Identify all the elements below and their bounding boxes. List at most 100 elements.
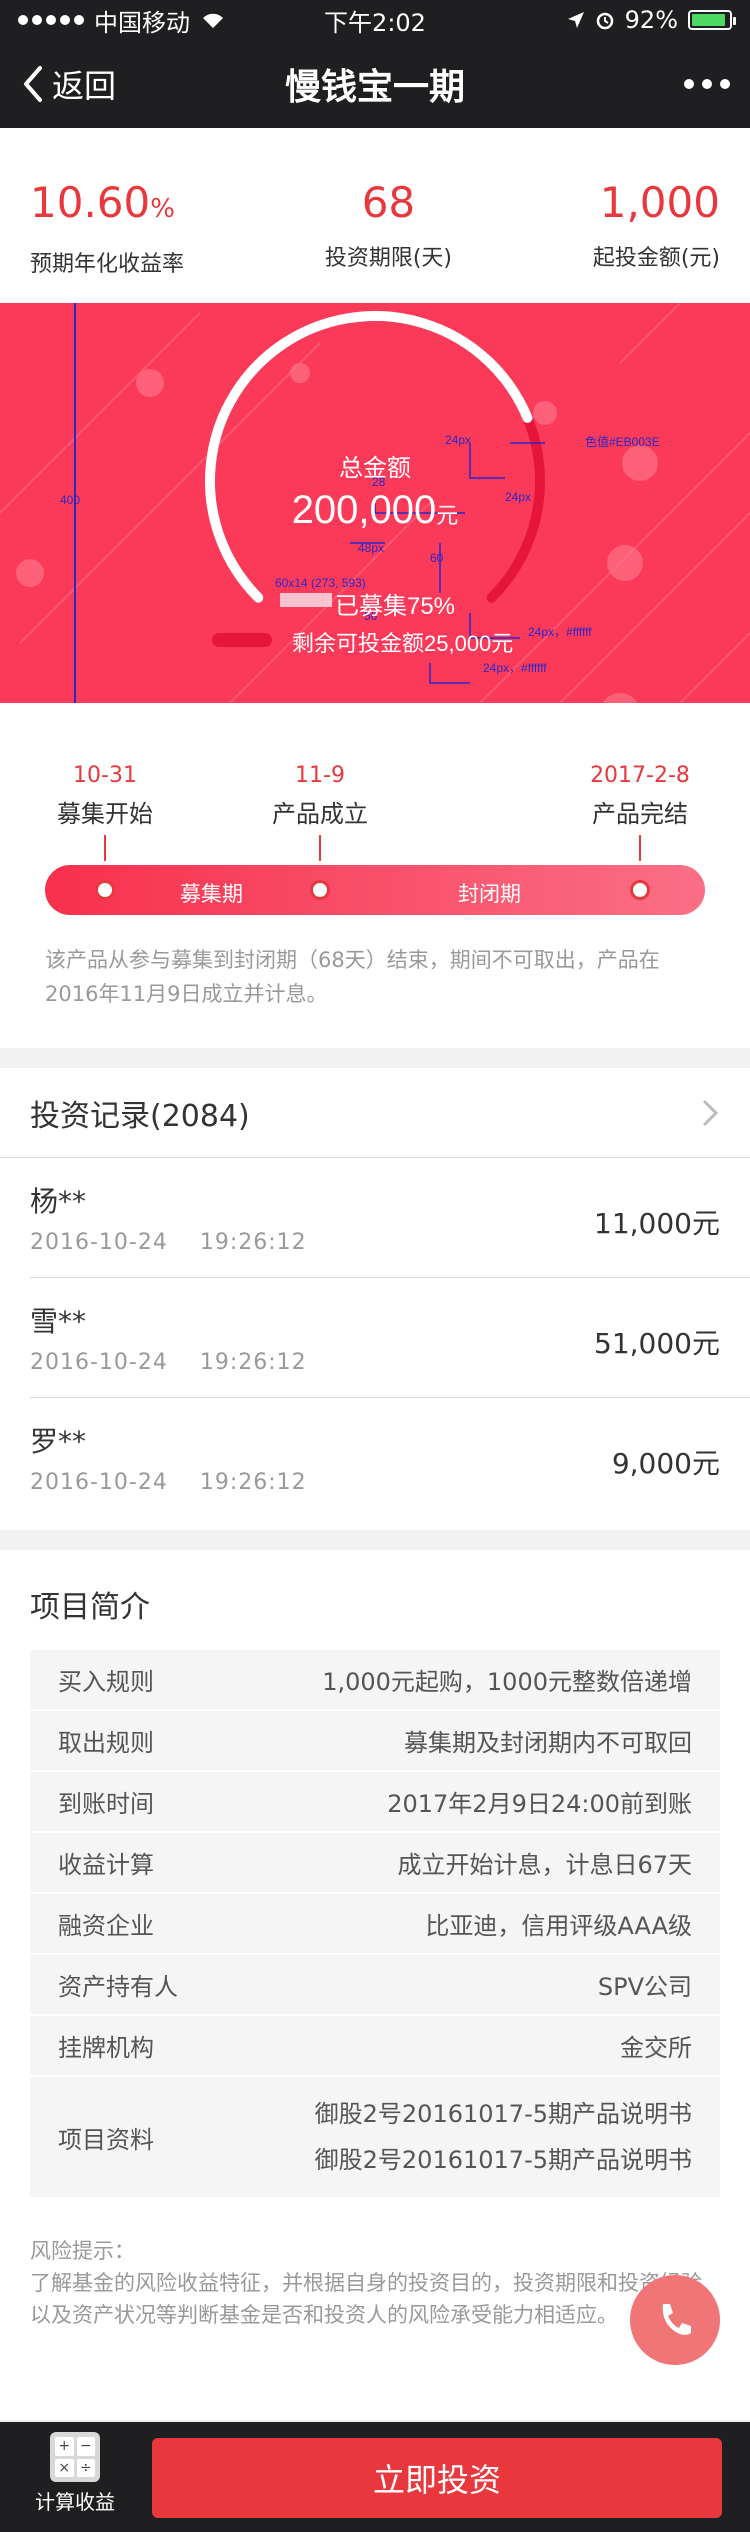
timeline-dot [95, 880, 115, 900]
project-row-holder: 资产持有人 SPV公司 [30, 1955, 720, 2016]
yield-unit: % [150, 194, 175, 224]
battery-percent: 92% [624, 6, 678, 34]
record-name: 雪** [30, 1305, 87, 1338]
row-key: 项目资料 [58, 2125, 154, 2154]
risk-notice: 风险提示： 了解基金的风险收益特征，并根据自身的投资目的，投资期限和投资经验以及… [30, 2235, 720, 2331]
anno-c24a: 24px，#ffffff [528, 625, 592, 639]
project-row-arrival: 到账时间 2017年2月9日24:00前到账 [30, 1772, 720, 1833]
row-value: 2017年2月9日24:00前到账 [387, 1790, 692, 1818]
timeline-point-end: 2017-2-8 产品完结 [570, 763, 710, 861]
location-icon [567, 12, 584, 28]
anno-w24a: 24px [445, 433, 472, 447]
phone-button[interactable] [630, 2275, 720, 2365]
record-amount: 11,000元 [594, 1207, 720, 1240]
calculate-income-button[interactable]: + − × ÷ 计算收益 [20, 2432, 130, 2515]
row-key: 取出规则 [58, 1729, 154, 1757]
project-row-buy-rule: 买入规则 1,000元起购，1000元整数倍递增 [30, 1650, 720, 1711]
min-invest-label: 起投金额(元) [592, 246, 720, 271]
row-key: 融资企业 [58, 1912, 154, 1940]
record-amount: 51,000元 [594, 1327, 720, 1360]
carrier: 中国移动 [94, 8, 190, 37]
status-time: 下午2:02 [324, 8, 426, 37]
stat-term: 68 投资期限(天) [325, 178, 452, 303]
wifi-icon [203, 13, 223, 28]
chevron-left-icon [24, 66, 42, 102]
footer-bar: + − × ÷ 计算收益 立即投资 [0, 2422, 750, 2532]
timeline-date: 10-31 [73, 763, 137, 788]
alarm-icon [596, 12, 613, 30]
term-value: 68 [361, 178, 416, 227]
product-stats: 10.60% 预期年化收益率 68 投资期限(天) 1,000 起投金额(元) [0, 128, 750, 303]
row-value: 比亚迪，信用评级AAA级 [425, 1912, 692, 1940]
back-label: 返回 [52, 67, 117, 105]
chevron-right-icon [702, 1099, 719, 1126]
anno-60: 60 [430, 551, 444, 565]
record-time: 2016-10-24 19:26:12 [30, 1350, 307, 1375]
timeline-label: 募集开始 [57, 800, 153, 828]
row-key: 资产持有人 [58, 1973, 178, 2001]
min-invest-value: 1,000 [599, 178, 720, 227]
battery-icon [688, 10, 736, 30]
timeline-point-established: 11-9 产品成立 [255, 763, 385, 861]
stat-yield: 10.60% 预期年化收益率 [30, 178, 184, 303]
timeline-dot [310, 880, 330, 900]
project-row-listing: 挂牌机构 金交所 [30, 2016, 720, 2077]
remaining-amount: 剩余可投金额25,000元 [292, 631, 514, 656]
timeline-bar: 募集期 封闭期 [45, 865, 705, 915]
record-name: 罗** [30, 1425, 87, 1458]
record-name: 杨** [30, 1185, 87, 1218]
record-row: 雪** 2016-10-24 19:26:12 51,000元 [30, 1278, 750, 1398]
row-key: 挂牌机构 [58, 2034, 154, 2062]
record-row: 罗** 2016-10-24 19:26:12 9,000元 [30, 1398, 750, 1518]
timeline-label: 产品完结 [592, 800, 688, 828]
row-value: 成立开始计息，计息日67天 [397, 1851, 692, 1879]
calculator-icon: + − × ÷ [50, 2432, 100, 2482]
record-time: 2016-10-24 19:26:12 [30, 1230, 307, 1255]
row-value: 1,000元起购，1000元整数倍递增 [322, 1668, 692, 1696]
yield-value: 10.60 [30, 178, 151, 227]
timeline-label: 产品成立 [272, 800, 368, 828]
doc-link[interactable]: 御股2号20161017-5期产品说明书 [315, 2091, 692, 2137]
back-button[interactable]: 返回 [20, 61, 220, 107]
anno-c24b: 24px，#ffffff [483, 661, 547, 675]
record-amount: 9,000元 [611, 1447, 720, 1480]
timeline-segment-raising: 募集期 [180, 882, 243, 906]
row-key: 到账时间 [58, 1790, 154, 1818]
project-row-company: 融资企业 比亚迪，信用评级AAA级 [30, 1894, 720, 1955]
record-row: 杨** 2016-10-24 19:26:12 11,000元 [30, 1158, 750, 1278]
doc-link[interactable]: 御股2号20161017-5期产品说明书 [315, 2137, 692, 2183]
total-amount: 200,000元 [0, 488, 750, 533]
project-intro: 项目简介 买入规则 1,000元起购，1000元整数倍递增 取出规则 募集期及封闭期… [0, 1550, 750, 2420]
risk-title: 风险提示： [30, 2239, 135, 2263]
timeline-point-start: 10-31 募集开始 [40, 763, 170, 861]
page-title: 慢钱宝一期 [284, 67, 465, 108]
nav-bar: 返回 慢钱宝一期 [0, 40, 750, 128]
row-key: 收益计算 [58, 1851, 154, 1879]
project-row-withdraw-rule: 取出规则 募集期及封闭期内不可取回 [30, 1711, 720, 1772]
anno-48: 48px [358, 541, 385, 555]
timeline-date: 2017-2-8 [590, 763, 690, 788]
term-label: 投资期限(天) [324, 246, 452, 271]
investment-records: 投资记录(2084) 杨** 2016-10-24 19:26:12 11,00… [0, 1068, 750, 1530]
row-value: SPV公司 [597, 1973, 692, 2001]
record-time: 2016-10-24 19:26:12 [30, 1470, 307, 1495]
project-row-income: 收益计算 成立开始计息，计息日67天 [30, 1833, 720, 1894]
signal-icon [18, 15, 84, 25]
records-title: 投资记录(2084) [30, 1098, 250, 1134]
records-header[interactable]: 投资记录(2084) [0, 1068, 750, 1158]
timeline-date: 11-9 [295, 763, 345, 788]
risk-text: 了解基金的风险收益特征，并根据自身的投资目的，投资期限和投资经验以及资产状况等判… [30, 2271, 702, 2327]
phone-icon [662, 2304, 691, 2335]
more-button[interactable] [530, 79, 730, 89]
project-table: 买入规则 1,000元起购，1000元整数倍递增 取出规则 募集期及封闭期内不可取回… [30, 1650, 720, 2199]
total-amount-label: 总金额 [339, 455, 411, 482]
yield-label: 预期年化收益率 [30, 252, 185, 277]
invest-now-button[interactable]: 立即投资 [152, 2438, 722, 2518]
total-amount-unit: 元 [436, 503, 459, 528]
row-key: 买入规则 [58, 1668, 154, 1696]
row-value: 募集期及封闭期内不可取回 [404, 1729, 692, 1757]
header: 中国移动 下午2:02 92% 返回 慢钱宝一期 [0, 0, 750, 128]
project-title: 项目简介 [30, 1590, 150, 1625]
product-timeline: 10-31 募集开始 11-9 产品成立 2017-2-8 产品完结 募集期 封… [0, 703, 750, 1048]
total-amount-value: 200,000 [291, 488, 437, 532]
